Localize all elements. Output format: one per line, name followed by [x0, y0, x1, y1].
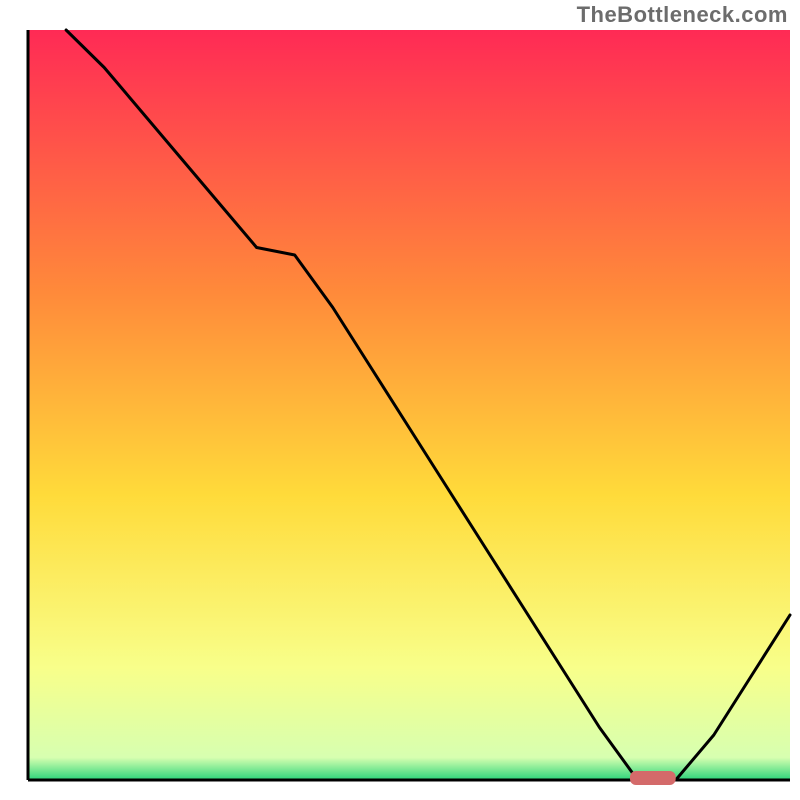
bottleneck-chart	[0, 0, 800, 800]
watermark-text: TheBottleneck.com	[577, 2, 788, 28]
optimal-marker	[630, 771, 676, 785]
plot-background	[28, 30, 790, 780]
chart-stage: TheBottleneck.com	[0, 0, 800, 800]
